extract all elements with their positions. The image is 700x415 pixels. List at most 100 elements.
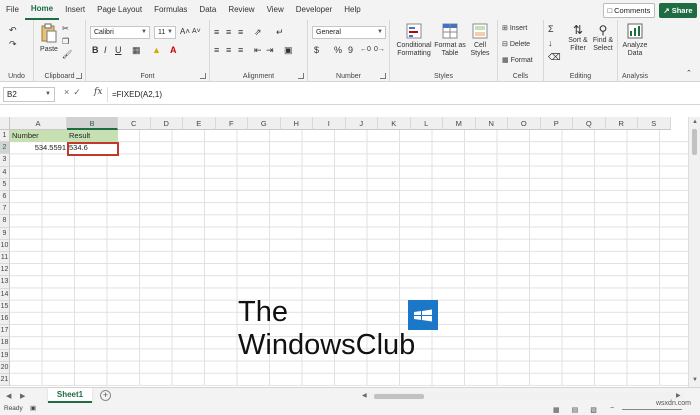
collapse-ribbon-icon[interactable]: ⌃ — [686, 68, 692, 80]
column-header-e[interactable]: E — [183, 117, 216, 130]
vertical-scrollbar[interactable]: ▲ ▼ — [688, 117, 700, 387]
comma-button[interactable]: 9 — [348, 44, 353, 56]
scroll-right-icon[interactable]: ▶ — [676, 392, 681, 399]
delete-cells-button[interactable]: ⊟ Delete — [502, 41, 530, 49]
add-sheet-button[interactable]: + — [100, 390, 111, 401]
column-header-f[interactable]: F — [215, 117, 248, 130]
column-header-s[interactable]: S — [638, 117, 671, 130]
row-header-10[interactable]: 10 — [0, 239, 10, 252]
decrease-indent-icon[interactable]: ⇤ — [254, 44, 262, 56]
tab-file[interactable]: File — [0, 0, 25, 20]
next-sheet-icon[interactable]: ▶ — [20, 392, 25, 400]
tab-developer[interactable]: Developer — [290, 0, 338, 20]
cell-grid[interactable]: Number Result 534.5591 534.6 The Windows… — [10, 130, 688, 386]
find-select-button[interactable]: ⚲ Find & Select — [590, 23, 616, 53]
tab-data[interactable]: Data — [193, 0, 222, 20]
fill-icon[interactable]: ↓ — [548, 37, 553, 49]
row-header-20[interactable]: 20 — [0, 361, 10, 374]
wrap-text-icon[interactable]: ↵ — [276, 26, 284, 38]
copy-icon[interactable]: ❐ — [62, 36, 69, 48]
underline-button[interactable]: U — [115, 44, 122, 56]
cut-icon[interactable]: ✂ — [62, 23, 69, 35]
column-header-q[interactable]: Q — [573, 117, 606, 130]
row-header-14[interactable]: 14 — [0, 288, 10, 301]
share-button[interactable]: ↗ Share — [659, 3, 697, 18]
column-header-r[interactable]: R — [605, 117, 638, 130]
column-header-n[interactable]: N — [475, 117, 508, 130]
column-header-b[interactable]: B — [67, 117, 118, 130]
tab-help[interactable]: Help — [338, 0, 366, 20]
scroll-left-icon[interactable]: ◀ — [362, 392, 367, 399]
cell-a2[interactable]: 534.5591 — [10, 142, 67, 154]
column-header-m[interactable]: M — [443, 117, 476, 130]
zoom-out-icon[interactable]: − — [610, 403, 614, 415]
comments-button[interactable]: □ Comments — [603, 3, 655, 18]
normal-view-icon[interactable]: ▦ — [553, 405, 560, 415]
cell-b1[interactable]: Result — [67, 130, 118, 142]
page-layout-view-icon[interactable]: ▤ — [572, 405, 579, 415]
tab-insert[interactable]: Insert — [59, 0, 91, 20]
merge-center-icon[interactable]: ▣ — [284, 44, 293, 56]
insert-cells-button[interactable]: ⊞ Insert — [502, 25, 527, 33]
increase-indent-icon[interactable]: ⇥ — [266, 44, 274, 56]
number-format-dropdown[interactable]: General ▼ — [312, 26, 386, 39]
column-header-k[interactable]: K — [378, 117, 411, 130]
font-name-dropdown[interactable]: Calibri ▼ — [90, 26, 150, 39]
prev-sheet-icon[interactable]: ◀ — [6, 392, 11, 400]
row-header-5[interactable]: 5 — [0, 178, 10, 191]
sort-filter-button[interactable]: ⇅ Sort & Filter — [566, 23, 590, 53]
clear-icon[interactable]: ⌫ — [548, 51, 561, 63]
tab-review[interactable]: Review — [222, 0, 260, 20]
insert-function-button[interactable]: fx — [94, 87, 102, 97]
row-header-21[interactable]: 21 — [0, 374, 10, 387]
column-header-j[interactable]: J — [345, 117, 378, 130]
bold-button[interactable]: B — [92, 44, 99, 56]
page-break-view-icon[interactable]: ▧ — [590, 405, 597, 415]
cell-styles-button[interactable]: Cell Styles — [466, 23, 494, 58]
horizontal-scroll-thumb[interactable] — [374, 394, 424, 399]
column-header-o[interactable]: O — [508, 117, 541, 130]
horizontal-scrollbar[interactable]: ◀ ▶ — [360, 392, 685, 400]
align-bottom-icon[interactable]: ≡ — [238, 26, 243, 38]
column-header-a[interactable]: A — [10, 117, 67, 130]
align-top-icon[interactable]: ≡ — [214, 26, 219, 38]
redo-icon[interactable]: ↷ — [9, 38, 17, 50]
row-header-3[interactable]: 3 — [0, 154, 10, 167]
row-header-19[interactable]: 19 — [0, 349, 10, 362]
align-center-icon[interactable]: ≡ — [226, 44, 231, 56]
vertical-scroll-thumb[interactable] — [692, 129, 697, 155]
decrease-font-icon[interactable]: A˅ — [192, 26, 201, 38]
enter-icon[interactable]: ✓ — [73, 87, 85, 97]
scroll-down-icon[interactable]: ▼ — [692, 377, 698, 383]
cancel-icon[interactable]: × — [64, 87, 73, 97]
currency-button[interactable]: $ — [314, 44, 319, 56]
font-color-icon[interactable]: A — [170, 44, 177, 56]
orientation-icon[interactable]: ⇗ — [254, 26, 262, 38]
sheet-tab[interactable]: Sheet1 — [48, 388, 92, 403]
tab-page-layout[interactable]: Page Layout — [91, 0, 148, 20]
align-middle-icon[interactable]: ≡ — [226, 26, 231, 38]
macro-record-icon[interactable]: ▣ — [30, 403, 36, 415]
paste-button[interactable]: Paste — [38, 23, 60, 54]
format-painter-icon[interactable]: 🖌 — [62, 49, 72, 61]
row-header-4[interactable]: 4 — [0, 166, 10, 179]
font-size-dropdown[interactable]: 11 ▼ — [154, 26, 176, 39]
row-header-17[interactable]: 17 — [0, 325, 10, 338]
undo-icon[interactable]: ↶ — [9, 24, 17, 36]
fill-color-icon[interactable]: ▲ — [152, 44, 161, 56]
align-right-icon[interactable]: ≡ — [238, 44, 243, 56]
row-header-9[interactable]: 9 — [0, 227, 10, 240]
tab-formulas[interactable]: Formulas — [148, 0, 193, 20]
borders-icon[interactable]: ▦ — [132, 44, 141, 56]
column-header-c[interactable]: C — [118, 117, 151, 130]
formula-input[interactable]: =FIXED(A2,1) — [112, 87, 162, 102]
row-header-7[interactable]: 7 — [0, 203, 10, 216]
alignment-launcher-icon[interactable] — [298, 73, 304, 79]
row-header-12[interactable]: 12 — [0, 264, 10, 277]
format-as-table-button[interactable]: Format as Table — [434, 23, 466, 58]
decrease-decimal-icon[interactable]: 0→ — [374, 44, 385, 56]
italic-button[interactable]: I — [104, 44, 107, 56]
row-header-13[interactable]: 13 — [0, 276, 10, 289]
column-header-d[interactable]: D — [150, 117, 183, 130]
format-cells-button[interactable]: ▦ Format — [502, 57, 533, 65]
